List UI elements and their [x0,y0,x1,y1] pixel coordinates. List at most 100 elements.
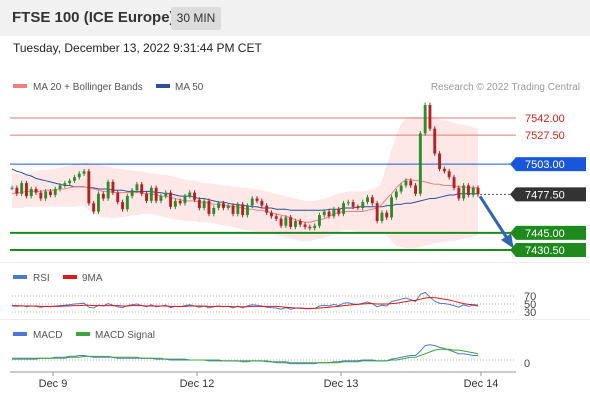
candle-body [270,212,273,217]
candle-body [29,189,33,197]
candle-body [25,183,28,197]
candle-body [125,196,129,210]
candle-body [346,202,350,204]
candle-body [308,226,312,229]
candle-body [332,209,336,217]
rsi-legend-label: RSI [33,273,50,284]
candle-body [178,200,182,204]
candle-body [106,181,110,199]
candle-body [173,200,177,207]
candle-body [250,198,254,206]
candle-body [246,205,249,216]
candle-body [135,184,139,191]
candle-body [10,187,14,189]
candle-body [97,193,100,212]
candle-body [442,168,446,172]
candle-body [370,197,374,204]
candle-body [193,192,196,200]
level-label-7477.50: 7477.50 [525,189,565,201]
candle-body [303,224,307,227]
candle-body [265,205,269,213]
candle-body [49,191,52,195]
x-tick-label: Dec 14 [464,378,499,390]
level-label-7527.50: 7527.50 [525,130,565,142]
candle-body [241,204,245,216]
rsi-ma-legend-label: 9MA [82,273,103,284]
level-box-pointer [510,187,516,202]
candle-body [418,133,422,194]
candle-body [289,217,293,227]
candle-body [337,209,341,214]
level-box-pointer [510,157,516,172]
ma50-legend-label: MA 50 [175,82,204,93]
chart-canvas: 7542.00 7527.50 7503.00 7477.50 7445.00 7430.… [10,82,586,390]
candle-body [87,171,91,204]
candle-body [399,185,403,192]
candle-body [207,200,211,214]
candle-body [390,197,393,218]
candle-body [404,180,408,186]
x-tick-label: Dec 12 [180,378,215,390]
candle-body [149,187,153,201]
candle-body [260,200,264,206]
candle-body [428,105,432,129]
candle-body [63,183,67,186]
candle-body [188,192,192,197]
candle-body [222,203,225,208]
candle-body [457,187,461,199]
candle-body [212,208,216,214]
candle-body [284,217,288,226]
rsi-ma-legend-swatch [63,275,77,279]
x-tick-label: Dec 9 [39,378,68,390]
candle-body [274,216,278,219]
candle-body [433,128,437,154]
candle-body [77,173,81,178]
candle-body [318,215,321,226]
candle-body [44,191,48,199]
ma50-legend-swatch [156,84,170,88]
candle-body [34,189,38,193]
candle-body [385,212,389,218]
candle-body [217,203,221,208]
candle-body [327,211,331,217]
candle-body [202,200,206,208]
candle-body [452,177,456,188]
candle-body [447,171,451,178]
candle-body [313,225,317,229]
candle-body [183,196,187,204]
candle-body [164,192,168,197]
candle-body [236,204,240,214]
macd-tick-0: 0 [524,358,530,370]
ma20-legend-swatch [13,84,27,88]
candle-body [356,206,360,208]
level-label-7503.00: 7503.00 [525,159,565,171]
candle-body [121,202,124,210]
candle-body [361,202,365,208]
rsi-tick-30: 30 [524,307,536,319]
candle-body [169,192,172,207]
level-label-7445.00: 7445.00 [525,228,565,240]
candle-body [92,203,96,212]
candle-body [467,185,470,195]
candle-body [116,192,120,203]
forecast-arrow-head [501,233,514,249]
candle-body [471,187,475,195]
candle-body [73,177,76,181]
candle-body [462,185,466,199]
candle-body [255,198,259,201]
candle-body [58,185,62,190]
candle-body [20,183,24,194]
macd-legend-swatch [13,332,27,336]
candle-body [409,180,413,186]
candle-body [226,205,230,208]
candle-body [414,185,417,194]
candle-body [231,205,235,214]
candle-body [53,189,57,195]
macd-signal-legend-swatch [76,332,90,336]
candle-body [298,221,302,225]
credit-label: Research © 2022 Trading Central [431,82,580,93]
candle-body [39,192,43,199]
candle-body [380,212,384,221]
candle-body [476,187,480,195]
candle-body [111,181,115,193]
